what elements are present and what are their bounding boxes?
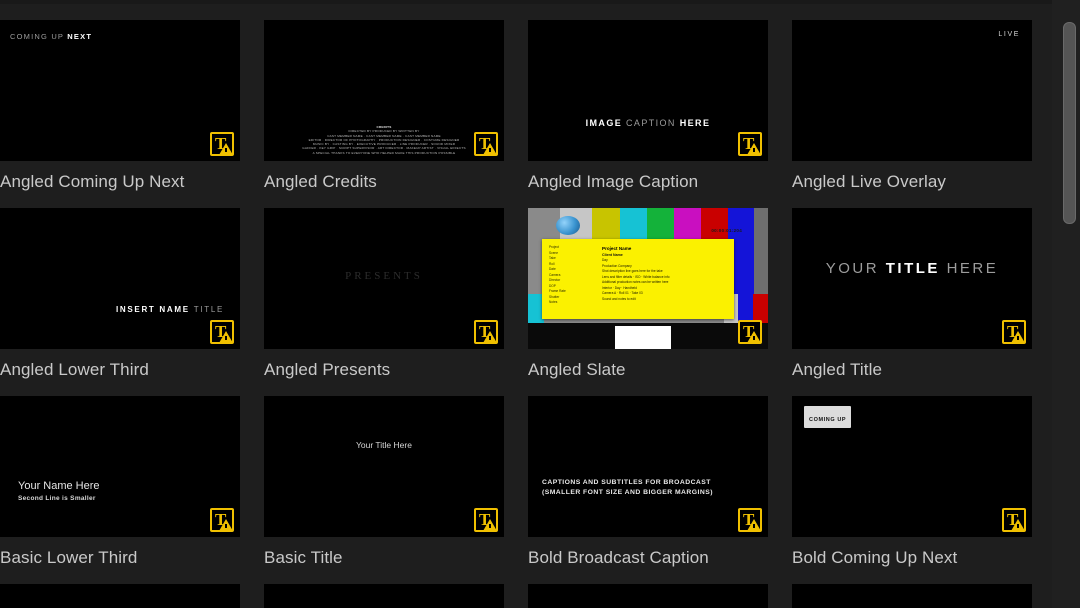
slate-field-values: Project Name Client Name Day Production … — [602, 246, 670, 301]
template-label: Bold Coming Up Next — [792, 548, 958, 567]
mogrt-text-warning-icon: T — [1002, 320, 1026, 344]
mogrt-text-warning-icon: T — [1002, 508, 1026, 532]
vertical-scrollbar[interactable] — [1063, 4, 1076, 604]
template-label: Angled Presents — [264, 360, 391, 379]
thumbnail-artwork-credits: CREDITS DIRECTED BY PRODUCED BY WRITTEN … — [302, 124, 466, 155]
template-thumbnail[interactable]: 00:00:01:204 Project Scene Take Roll Dat… — [528, 208, 768, 349]
template-label: Angled Credits — [264, 172, 377, 191]
mogrt-text-warning-icon: T — [210, 508, 234, 532]
slate-logo-icon — [556, 216, 580, 235]
mogrt-text-warning-icon: T — [474, 508, 498, 532]
template-thumbnail[interactable]: YOUR TITLE HERE T — [792, 208, 1032, 349]
template-thumbnail[interactable]: Your Title Here T — [264, 396, 504, 537]
template-label: Bold Broadcast Caption — [528, 548, 709, 567]
template-label: Angled Slate — [528, 360, 626, 379]
slate-timecode: 00:00:01:204 — [711, 228, 742, 233]
scrollbar-thumb[interactable] — [1063, 22, 1076, 224]
template-item-angled-image-caption[interactable]: IMAGE CAPTION HERE T Angled Image Captio… — [520, 20, 784, 208]
template-item-row4-col3[interactable] — [520, 584, 784, 608]
template-item-angled-presents[interactable]: PRESENTS T Angled Presents — [256, 208, 520, 396]
template-label: Basic Lower Third — [0, 548, 138, 567]
template-thumbnail[interactable]: COMING UP NEXT T — [0, 20, 240, 161]
panel-top-edge — [0, 0, 1080, 4]
template-grid: COMING UP NEXT T Angled Coming Up Next C… — [0, 20, 1060, 608]
template-thumbnail[interactable]: CAPTIONS AND SUBTITLES FOR BROADCAST (SM… — [528, 396, 768, 537]
mogrt-text-warning-icon: T — [474, 132, 498, 156]
template-thumbnail[interactable] — [792, 584, 1032, 608]
thumbnail-artwork-colorbars: 00:00:01:204 Project Scene Take Roll Dat… — [528, 208, 768, 349]
thumbnail-artwork-text: LIVE — [998, 31, 1020, 38]
mogrt-text-warning-icon: T — [738, 320, 762, 344]
thumbnail-artwork-text-secondary: Second Line is Smaller — [18, 495, 96, 502]
mogrt-template-browser: COMING UP NEXT T Angled Coming Up Next C… — [0, 0, 1080, 608]
template-item-angled-credits[interactable]: CREDITS DIRECTED BY PRODUCED BY WRITTEN … — [256, 20, 520, 208]
template-label: Angled Coming Up Next — [0, 172, 185, 191]
slate-field-labels: Project Scene Take Roll Date Camera Dire… — [549, 245, 566, 304]
thumbnail-artwork-text: YOUR TITLE HERE — [825, 260, 999, 277]
mogrt-text-warning-icon: T — [210, 320, 234, 344]
thumbnail-artwork-badge: COMING UP — [804, 406, 852, 428]
template-thumbnail[interactable]: CREDITS DIRECTED BY PRODUCED BY WRITTEN … — [264, 20, 504, 161]
template-thumbnail[interactable]: INSERT NAME TITLE T — [0, 208, 240, 349]
template-item-bold-coming-up-next[interactable]: COMING UP T Bold Coming Up Next — [784, 396, 1048, 584]
mogrt-text-warning-icon: T — [474, 320, 498, 344]
template-item-row4-col1[interactable] — [0, 584, 256, 608]
mogrt-text-warning-icon: T — [210, 132, 234, 156]
thumbnail-artwork-text-primary: Your Name Here — [18, 480, 100, 492]
slate-card: Project Scene Take Roll Date Camera Dire… — [542, 239, 734, 319]
thumbnail-artwork-text: Your Title Here — [356, 440, 412, 450]
template-label: Angled Title — [792, 360, 883, 379]
template-thumbnail[interactable] — [0, 584, 240, 608]
template-item-bold-broadcast-caption[interactable]: CAPTIONS AND SUBTITLES FOR BROADCAST (SM… — [520, 396, 784, 584]
template-item-angled-lower-third[interactable]: INSERT NAME TITLE T Angled Lower Third — [0, 208, 256, 396]
template-item-row4-col4[interactable] — [784, 584, 1048, 608]
thumbnail-artwork-text: CAPTIONS AND SUBTITLES FOR BROADCAST (SM… — [542, 479, 713, 496]
mogrt-text-warning-icon: T — [738, 132, 762, 156]
mogrt-text-warning-icon: T — [738, 508, 762, 532]
template-label: Angled Image Caption — [528, 172, 699, 191]
thumbnail-artwork-text: PRESENTS — [345, 270, 423, 282]
template-item-row4-col2[interactable] — [256, 584, 520, 608]
template-label: Angled Live Overlay — [792, 172, 947, 191]
template-thumbnail[interactable] — [264, 584, 504, 608]
template-item-basic-lower-third[interactable]: Your Name Here Second Line is Smaller T … — [0, 396, 256, 584]
template-thumbnail[interactable]: Your Name Here Second Line is Smaller T — [0, 396, 240, 537]
template-item-basic-title[interactable]: Your Title Here T Basic Title — [256, 396, 520, 584]
template-item-angled-slate[interactable]: 00:00:01:204 Project Scene Take Roll Dat… — [520, 208, 784, 396]
template-thumbnail[interactable]: COMING UP T — [792, 396, 1032, 537]
template-item-angled-coming-up-next[interactable]: COMING UP NEXT T Angled Coming Up Next — [0, 20, 256, 208]
thumbnail-artwork-text: INSERT NAME TITLE — [115, 305, 224, 314]
template-thumbnail[interactable] — [528, 584, 768, 608]
thumbnail-artwork-text: IMAGE CAPTION HERE — [585, 118, 711, 128]
template-label: Angled Lower Third — [0, 360, 149, 379]
thumbnail-artwork-text: COMING UP NEXT — [10, 32, 93, 41]
template-item-angled-title[interactable]: YOUR TITLE HERE T Angled Title — [784, 208, 1048, 396]
colorbars-white-patch — [615, 326, 671, 349]
template-thumbnail[interactable]: IMAGE CAPTION HERE T — [528, 20, 768, 161]
template-thumbnail[interactable]: PRESENTS T — [264, 208, 504, 349]
template-label: Basic Title — [264, 548, 343, 567]
template-item-angled-live-overlay[interactable]: LIVE Angled Live Overlay — [784, 20, 1048, 208]
template-thumbnail[interactable]: LIVE — [792, 20, 1032, 161]
